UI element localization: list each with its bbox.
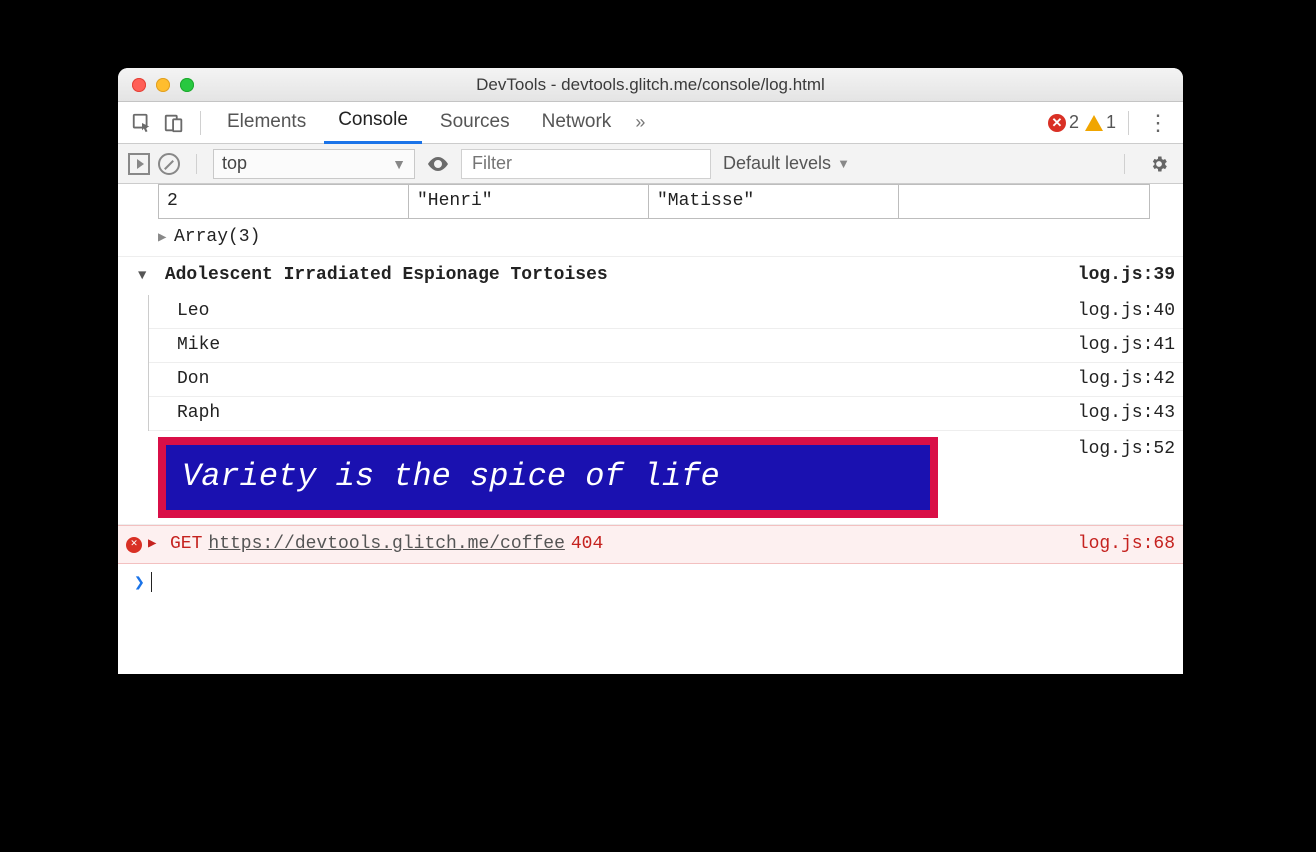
console-group-header[interactable]: ▼ Adolescent Irradiated Espionage Tortoi… <box>118 257 1183 294</box>
array-summary-row[interactable]: ▶Array(3) <box>118 219 1183 257</box>
clear-console-icon[interactable] <box>158 153 180 175</box>
prompt-chevron-icon: ❯ <box>134 572 145 597</box>
tab-console[interactable]: Console <box>324 101 422 144</box>
source-link[interactable]: log.js:41 <box>1078 333 1175 358</box>
log-text: Raph <box>177 401 1078 426</box>
source-link[interactable]: log.js:68 <box>1078 532 1175 557</box>
http-method: GET <box>170 532 202 557</box>
separator <box>200 111 201 135</box>
error-icon: ✕ <box>126 537 142 553</box>
warning-count: 1 <box>1106 112 1116 133</box>
issue-badges[interactable]: ✕ 2 1 <box>1048 112 1116 133</box>
styled-log-row: Variety is the spice of life log.js:52 <box>118 431 1183 525</box>
titlebar: DevTools - devtools.glitch.me/console/lo… <box>118 68 1183 102</box>
log-row: Don log.js:42 <box>149 363 1183 397</box>
close-icon[interactable] <box>132 78 146 92</box>
context-selector[interactable]: top ▼ <box>213 149 415 179</box>
source-link[interactable]: log.js:40 <box>1078 299 1175 324</box>
disclosure-triangle-icon[interactable]: ▼ <box>138 267 150 287</box>
traffic-lights <box>118 78 194 92</box>
text-cursor <box>151 572 152 592</box>
array-summary-text: Array(3) <box>174 227 260 247</box>
log-text: Don <box>177 367 1078 392</box>
log-row: Raph log.js:43 <box>149 397 1183 431</box>
table-row[interactable]: 2 "Henri" "Matisse" <box>159 185 1150 219</box>
styled-log-text: Variety is the spice of life <box>158 437 938 518</box>
source-link[interactable]: log.js:43 <box>1078 401 1175 426</box>
chevron-down-icon: ▼ <box>392 156 406 172</box>
console-table: 2 "Henri" "Matisse" <box>118 184 1183 219</box>
console-toolbar: top ▼ Default levels ▼ <box>118 144 1183 184</box>
log-row: Mike log.js:41 <box>149 329 1183 363</box>
warning-count-badge[interactable]: 1 <box>1085 112 1116 133</box>
cell-last: "Matisse" <box>649 185 899 219</box>
context-value: top <box>222 153 247 174</box>
cell-index: 2 <box>159 185 409 219</box>
window-title: DevTools - devtools.glitch.me/console/lo… <box>118 75 1183 95</box>
kebab-menu-icon[interactable]: ⋮ <box>1141 110 1175 136</box>
error-icon: ✕ <box>1048 114 1066 132</box>
error-log-row: ✕ ▶ GET https://devtools.glitch.me/coffe… <box>118 525 1183 564</box>
tab-elements[interactable]: Elements <box>213 103 320 143</box>
cell-empty <box>899 185 1150 219</box>
gear-icon[interactable] <box>1141 154 1177 174</box>
source-link[interactable]: log.js:52 <box>1078 437 1175 518</box>
log-row: Leo log.js:40 <box>149 295 1183 329</box>
separator <box>196 154 197 174</box>
log-text: Leo <box>177 299 1078 324</box>
inspect-element-icon[interactable] <box>128 109 156 137</box>
separator <box>1128 111 1129 135</box>
show-sidebar-icon[interactable] <box>128 153 150 175</box>
device-mode-icon[interactable] <box>160 109 188 137</box>
live-expression-icon[interactable] <box>423 152 453 176</box>
devtools-window: DevTools - devtools.glitch.me/console/lo… <box>118 68 1183 674</box>
minimize-icon[interactable] <box>156 78 170 92</box>
console-prompt[interactable]: ❯ <box>118 564 1183 605</box>
log-text: Mike <box>177 333 1078 358</box>
log-levels-selector[interactable]: Default levels ▼ <box>719 153 854 174</box>
warning-icon <box>1085 115 1103 131</box>
tabs-bar: Elements Console Sources Network » ✕ 2 1… <box>118 102 1183 144</box>
source-link[interactable]: log.js:42 <box>1078 367 1175 392</box>
zoom-icon[interactable] <box>180 78 194 92</box>
error-count-badge[interactable]: ✕ 2 <box>1048 112 1079 133</box>
tab-sources[interactable]: Sources <box>426 103 524 143</box>
group-title: Adolescent Irradiated Espionage Tortoise… <box>165 265 608 285</box>
separator <box>1124 154 1125 174</box>
levels-label: Default levels <box>723 153 831 174</box>
cell-first: "Henri" <box>409 185 649 219</box>
tab-network[interactable]: Network <box>528 103 626 143</box>
console-output: 2 "Henri" "Matisse" ▶Array(3) ▼ Adolesce… <box>118 184 1183 674</box>
more-tabs-icon[interactable]: » <box>629 112 651 133</box>
disclosure-triangle-icon[interactable]: ▶ <box>158 229 170 249</box>
source-link[interactable]: log.js:39 <box>1078 263 1175 288</box>
disclosure-triangle-icon[interactable]: ▶ <box>148 535 160 555</box>
console-group-body: Leo log.js:40 Mike log.js:41 Don log.js:… <box>148 295 1183 432</box>
filter-input[interactable] <box>461 149 711 179</box>
chevron-down-icon: ▼ <box>837 156 850 171</box>
error-url[interactable]: https://devtools.glitch.me/coffee <box>208 532 564 557</box>
error-count: 2 <box>1069 112 1079 133</box>
http-status: 404 <box>571 532 603 557</box>
